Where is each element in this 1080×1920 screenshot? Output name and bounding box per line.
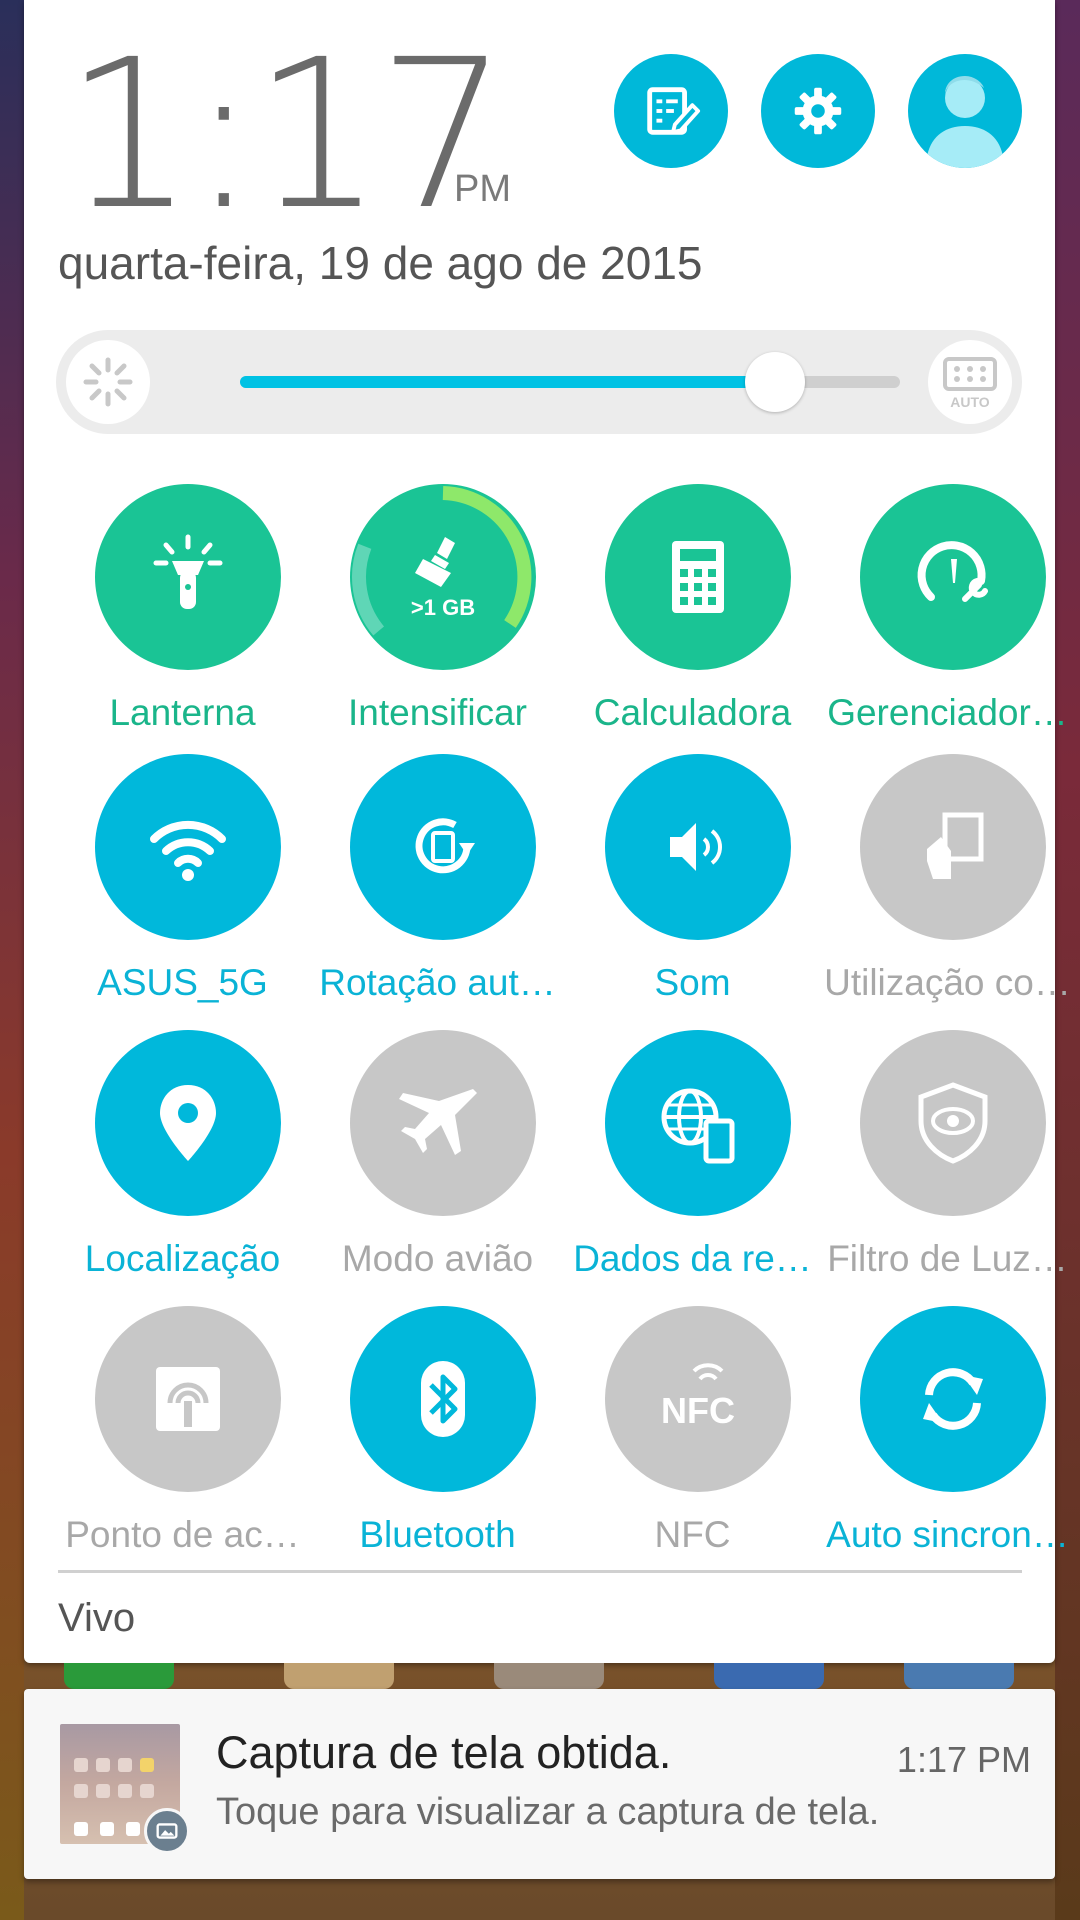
airplane-icon[interactable] bbox=[350, 1030, 536, 1216]
tile-sync[interactable]: Auto sincron… bbox=[820, 1306, 1075, 1556]
nfc-icon[interactable]: NFC bbox=[605, 1306, 791, 1492]
svg-text:AUTO: AUTO bbox=[950, 394, 990, 410]
tile-airplane[interactable]: Modo avião bbox=[310, 1030, 565, 1280]
sound-icon[interactable] bbox=[605, 754, 791, 940]
date-text[interactable]: quarta-feira, 19 de ago de 2015 bbox=[58, 236, 703, 290]
tile-label: Rotação aut… bbox=[319, 962, 556, 1003]
auto-rotate-icon[interactable] bbox=[350, 754, 536, 940]
user-avatar-icon bbox=[926, 76, 1004, 168]
tile-flashlight[interactable]: Lanterna bbox=[55, 484, 310, 734]
brightness-control: AUTO bbox=[56, 330, 1022, 434]
mobile-data-globe-icon[interactable] bbox=[605, 1030, 791, 1216]
image-icon bbox=[144, 1808, 190, 1854]
tile-label: Som bbox=[654, 962, 731, 1003]
tile-label: Dados da re… bbox=[573, 1238, 812, 1279]
brightness-slider-thumb[interactable] bbox=[744, 352, 805, 412]
brightness-sun-icon bbox=[66, 340, 150, 424]
flashlight-icon[interactable] bbox=[95, 484, 281, 670]
quick-settings-panel: 1:17 PM quarta-feira, 19 de ago de 2015 bbox=[24, 0, 1071, 1663]
manager-gauge-icon[interactable] bbox=[860, 484, 1046, 670]
tile-label: Modo avião bbox=[341, 1238, 534, 1279]
brightness-slider-fill bbox=[240, 376, 775, 388]
quick-settings-edit-icon bbox=[647, 87, 701, 135]
auto-brightness-button[interactable]: AUTO bbox=[928, 340, 1012, 424]
wifi-icon[interactable] bbox=[95, 754, 281, 940]
calculator-icon[interactable] bbox=[605, 484, 791, 670]
svg-text:>1 GB: >1 GB bbox=[411, 595, 475, 620]
tile-bluetooth[interactable]: Bluetooth bbox=[310, 1306, 565, 1556]
tile-label: Filtro de Luz… bbox=[827, 1238, 1068, 1279]
tile-hotspot[interactable]: Ponto de ac… bbox=[55, 1306, 310, 1556]
tile-label: Localização bbox=[84, 1238, 281, 1279]
tile-label: Ponto de ac… bbox=[65, 1514, 300, 1555]
bluetooth-icon[interactable] bbox=[350, 1306, 536, 1492]
home-screen-behind bbox=[24, 1663, 1055, 1689]
svg-text:NFC: NFC bbox=[661, 1390, 735, 1431]
settings-button[interactable] bbox=[761, 54, 875, 168]
tile-label: Calculadora bbox=[593, 692, 792, 733]
tile-manager-gauge[interactable]: Gerenciador… bbox=[820, 484, 1075, 734]
tile-label: Gerenciador… bbox=[827, 692, 1068, 733]
clock-time[interactable]: 1:17 bbox=[64, 32, 509, 238]
auto-brightness-icon: AUTO bbox=[943, 357, 997, 410]
edit-quick-settings-button[interactable] bbox=[614, 54, 728, 168]
tile-label: Bluetooth bbox=[359, 1514, 516, 1555]
tile-auto-rotate[interactable]: Rotação aut… bbox=[310, 754, 565, 1004]
tile-wifi[interactable]: ASUS_5G bbox=[55, 754, 310, 1004]
wallpaper-left bbox=[0, 0, 24, 1920]
sync-icon[interactable] bbox=[860, 1306, 1046, 1492]
tile-label: Lanterna bbox=[109, 692, 256, 733]
tile-boost-broom[interactable]: >1 GB Intensificar bbox=[310, 484, 565, 734]
tile-sound[interactable]: Som bbox=[565, 754, 820, 1004]
one-hand-mode-icon[interactable] bbox=[860, 754, 1046, 940]
tile-nfc[interactable]: NFC NFC bbox=[565, 1306, 820, 1556]
notification-title: Captura de tela obtida. bbox=[216, 1727, 672, 1778]
tile-label: Auto sincron… bbox=[826, 1514, 1069, 1555]
tile-label: Utilização co… bbox=[824, 962, 1071, 1003]
tile-calculator[interactable]: Calculadora bbox=[565, 484, 820, 734]
tile-label: Intensificar bbox=[348, 692, 527, 733]
settings-gear-icon bbox=[794, 87, 842, 135]
tile-label: NFC bbox=[654, 1514, 731, 1555]
location-pin-icon[interactable] bbox=[95, 1030, 281, 1216]
user-button[interactable] bbox=[908, 54, 1022, 168]
tile-mobile-data-globe[interactable]: Dados da re… bbox=[565, 1030, 820, 1280]
blue-light-filter-icon[interactable] bbox=[860, 1030, 1046, 1216]
tile-one-hand-mode[interactable]: Utilização co… bbox=[820, 754, 1075, 1004]
divider bbox=[58, 1570, 1022, 1573]
tile-location-pin[interactable]: Localização bbox=[55, 1030, 310, 1280]
hotspot-icon[interactable] bbox=[95, 1306, 281, 1492]
tile-label: ASUS_5G bbox=[97, 962, 268, 1003]
carrier-label: Vivo bbox=[58, 1596, 136, 1640]
clock-ampm: PM bbox=[454, 168, 511, 210]
notification-time: 1:17 PM bbox=[896, 1739, 1031, 1780]
screenshot-notification[interactable]: Captura de tela obtida. 1:17 PM Toque pa… bbox=[24, 1689, 1055, 1879]
notification-text: Toque para visualizar a captura de tela. bbox=[216, 1791, 880, 1833]
tile-blue-light-filter[interactable]: Filtro de Luz… bbox=[820, 1030, 1075, 1280]
boost-broom-icon[interactable]: >1 GB bbox=[350, 484, 536, 670]
